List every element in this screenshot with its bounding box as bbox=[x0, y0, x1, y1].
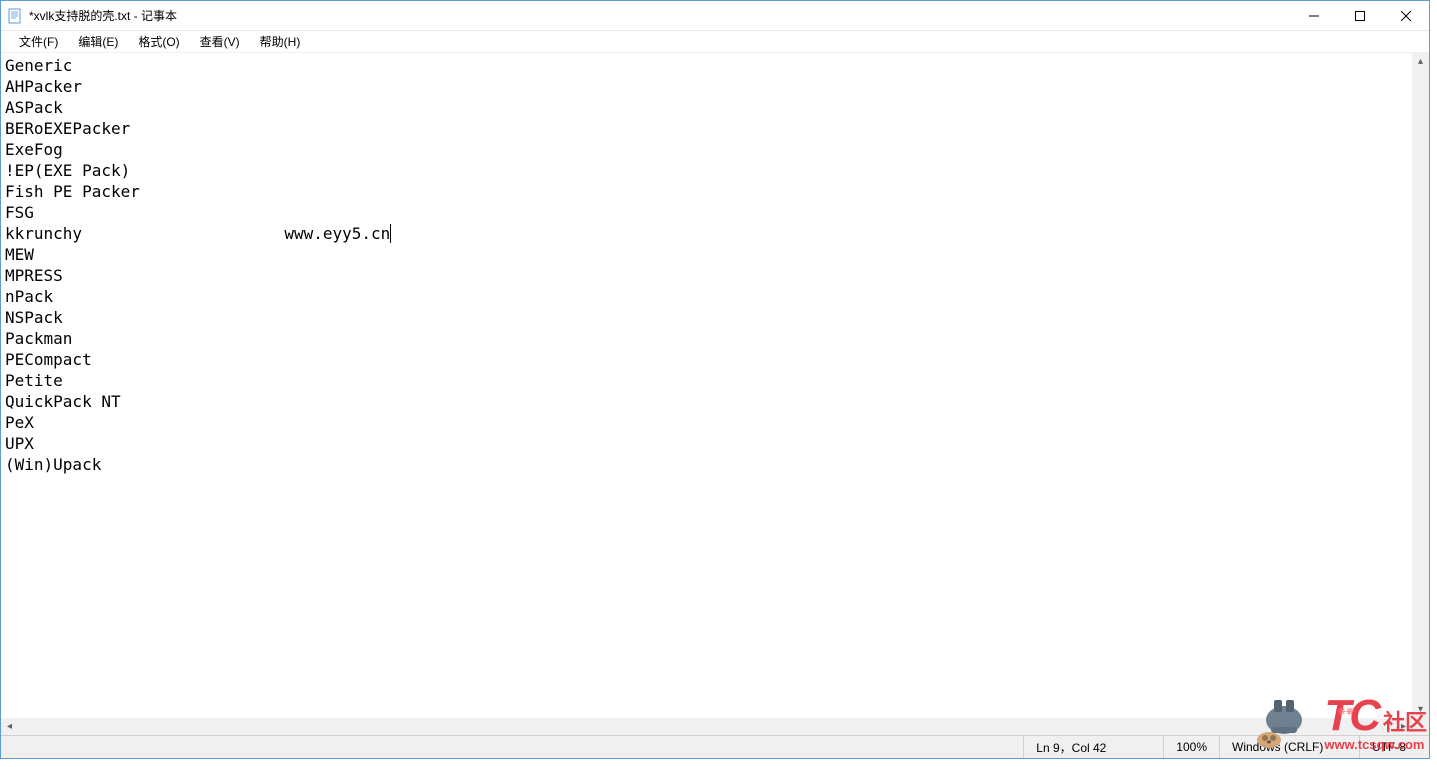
maximize-button[interactable] bbox=[1337, 1, 1383, 30]
menu-edit[interactable]: 编辑(E) bbox=[68, 31, 128, 52]
menu-view[interactable]: 查看(V) bbox=[190, 31, 250, 52]
notepad-window: *xvlk支持脱的壳.txt - 记事本 文件(F) 编辑(E) 格式(O) 查… bbox=[0, 0, 1430, 759]
menu-file[interactable]: 文件(F) bbox=[9, 31, 68, 52]
content-area: Generic AHPacker ASPack BERoEXEPacker Ex… bbox=[1, 53, 1429, 735]
scroll-track-v[interactable] bbox=[1412, 70, 1429, 701]
window-title: *xvlk支持脱的壳.txt - 记事本 bbox=[29, 7, 1291, 24]
scroll-up-arrow[interactable]: ▴ bbox=[1412, 53, 1429, 70]
horizontal-scrollbar[interactable]: ◂ ▸ bbox=[1, 718, 1412, 735]
notepad-icon bbox=[7, 8, 23, 24]
scroll-down-arrow[interactable]: ▾ bbox=[1412, 701, 1429, 718]
scroll-track-h[interactable] bbox=[18, 718, 1395, 735]
status-zoom: 100% bbox=[1163, 736, 1219, 758]
text-editor[interactable]: Generic AHPacker ASPack BERoEXEPacker Ex… bbox=[1, 53, 1412, 718]
vertical-scrollbar[interactable]: ▴ ▾ bbox=[1412, 53, 1429, 718]
scroll-corner bbox=[1412, 718, 1429, 735]
status-encoding: UTF-8 bbox=[1359, 736, 1429, 758]
titlebar: *xvlk支持脱的壳.txt - 记事本 bbox=[1, 1, 1429, 31]
statusbar: Ln 9，Col 42 100% Windows (CRLF) UTF-8 bbox=[1, 735, 1429, 758]
menu-help[interactable]: 帮助(H) bbox=[250, 31, 311, 52]
minimize-button[interactable] bbox=[1291, 1, 1337, 30]
scroll-right-arrow[interactable]: ▸ bbox=[1395, 718, 1412, 735]
window-controls bbox=[1291, 1, 1429, 30]
status-position: Ln 9，Col 42 bbox=[1023, 736, 1163, 758]
close-button[interactable] bbox=[1383, 1, 1429, 30]
menubar: 文件(F) 编辑(E) 格式(O) 查看(V) 帮助(H) bbox=[1, 31, 1429, 53]
scroll-left-arrow[interactable]: ◂ bbox=[1, 718, 18, 735]
menu-format[interactable]: 格式(O) bbox=[128, 31, 189, 52]
status-lineending: Windows (CRLF) bbox=[1219, 736, 1359, 758]
